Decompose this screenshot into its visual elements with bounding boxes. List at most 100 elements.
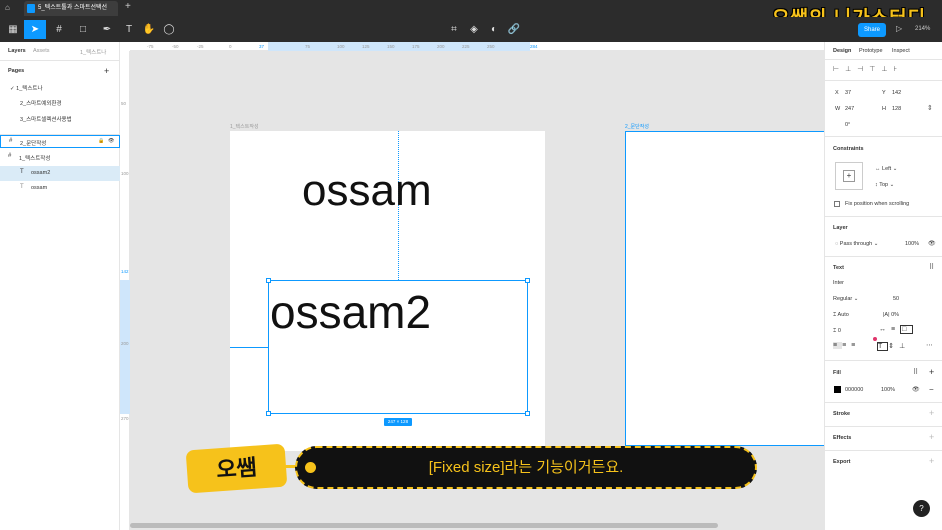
lock-icon[interactable]: 🔒: [98, 138, 104, 144]
h-label: H: [882, 106, 886, 112]
frame-label[interactable]: 1_텍스트작성: [230, 123, 259, 130]
resize-handle[interactable]: [266, 411, 271, 416]
eye-icon[interactable]: 👁: [108, 138, 114, 144]
fill-hex-input[interactable]: 000000: [845, 387, 863, 393]
comment-tool-icon[interactable]: ◯: [158, 20, 180, 39]
paragraph-spacing-input[interactable]: ⌶ 0: [833, 328, 841, 335]
resize-handle[interactable]: [525, 411, 530, 416]
remove-fill-icon[interactable]: −: [929, 385, 934, 394]
hand-tool-icon[interactable]: ✋: [138, 20, 160, 39]
shape-tool-icon[interactable]: □: [72, 20, 94, 39]
resize-handle[interactable]: [525, 278, 530, 283]
ruler-tick: -50: [172, 44, 179, 49]
text-styles-icon[interactable]: ⠿: [929, 263, 934, 271]
text-tool-icon[interactable]: T: [118, 20, 140, 39]
align-left-icon[interactable]: ≡: [833, 342, 843, 349]
eye-icon[interactable]: 👁: [912, 386, 920, 393]
constraints-widget[interactable]: +: [835, 162, 863, 190]
w-input[interactable]: 247: [845, 106, 854, 112]
resize-options-icon[interactable]: ⇕: [927, 104, 933, 112]
vertical-align-icons[interactable]: T⇕⊥: [877, 342, 910, 351]
layer-opacity-input[interactable]: 100%: [905, 241, 919, 247]
page-item[interactable]: 2_스마트예외환경: [20, 99, 62, 107]
fill-styles-icon[interactable]: ⠿: [913, 368, 918, 376]
text-align-icons[interactable]: ≡≡≡: [833, 342, 860, 349]
font-size-input[interactable]: 50: [893, 296, 899, 302]
file-tab[interactable]: 5_텍스트툴과 스마트선택선: [24, 1, 118, 16]
ruler-tick: 200: [121, 341, 129, 346]
more-options-icon[interactable]: ⋯: [926, 341, 933, 349]
fixed-size-icon[interactable]: □: [900, 325, 914, 334]
y-input[interactable]: 142: [892, 90, 901, 96]
fill-opacity-input[interactable]: 100%: [881, 387, 895, 393]
check-icon: ✓: [10, 86, 15, 92]
home-icon[interactable]: ⌂: [5, 3, 15, 13]
ruler-tick: -75: [147, 44, 154, 49]
zoom-level[interactable]: 214%: [915, 26, 930, 32]
x-input[interactable]: 37: [845, 90, 851, 96]
component-icon[interactable]: ⌗: [443, 20, 465, 39]
move-tool-icon[interactable]: ➤: [24, 20, 46, 39]
horizontal-scrollbar[interactable]: [130, 521, 824, 530]
selection-size-label: 247 × 128: [384, 418, 412, 426]
new-tab-icon[interactable]: +: [125, 1, 131, 12]
eye-icon[interactable]: 👁: [928, 240, 936, 247]
tab-assets[interactable]: Assets: [33, 48, 50, 54]
h-input[interactable]: 128: [892, 106, 901, 112]
page-item[interactable]: 3_스마트셀렉션사용법: [20, 115, 72, 123]
mask-icon[interactable]: ◈: [463, 20, 485, 39]
tab-design[interactable]: Design: [833, 48, 851, 54]
divider: [825, 402, 942, 403]
font-weight-select[interactable]: Regular ⌄: [833, 296, 858, 302]
pages-header: Pages: [8, 68, 25, 74]
add-effect-icon[interactable]: +: [929, 432, 934, 442]
help-button[interactable]: ?: [913, 500, 930, 517]
letter-spacing-input[interactable]: |A| 0%: [883, 312, 899, 318]
tab-prototype[interactable]: Prototype: [859, 48, 883, 54]
selection-box[interactable]: [268, 280, 528, 414]
tab-inspect[interactable]: Inspect: [892, 48, 910, 54]
line-height-input[interactable]: ⌶ Auto: [833, 312, 849, 319]
frame-label[interactable]: 2_문단작성: [625, 123, 649, 130]
resize-handle[interactable]: [266, 278, 271, 283]
present-icon[interactable]: ▷: [896, 24, 902, 33]
layer-row[interactable]: # 1_텍스트작성: [0, 151, 120, 164]
ruler-tick: 0: [229, 44, 232, 49]
add-page-icon[interactable]: +: [104, 66, 109, 76]
divider: [825, 426, 942, 427]
frame-paragraph[interactable]: [625, 131, 824, 446]
main-menu-icon[interactable]: ▦: [2, 20, 24, 39]
align-top-icon[interactable]: T: [877, 342, 889, 351]
constraint-horizontal-select[interactable]: ↔ Left ⌄: [875, 166, 897, 172]
resize-mode-icons[interactable]: ↔≡ □: [879, 325, 914, 334]
layer-row-selected[interactable]: T ossam2: [0, 166, 120, 181]
add-export-icon[interactable]: +: [929, 456, 934, 466]
add-stroke-icon[interactable]: +: [929, 408, 934, 418]
share-button[interactable]: Share: [858, 23, 886, 37]
link-icon[interactable]: 🔗: [503, 20, 525, 39]
layer-row[interactable]: T ossam: [0, 182, 120, 195]
ruler-tick: 100: [337, 44, 345, 49]
text-layer-icon: T: [20, 169, 24, 175]
stroke-header: Stroke: [833, 411, 851, 417]
page-item[interactable]: ✓ 1_텍스트나: [10, 84, 43, 92]
text-layer-ossam[interactable]: ossam: [302, 166, 432, 216]
tab-layers[interactable]: Layers: [8, 48, 26, 54]
scrollbar-thumb[interactable]: [130, 523, 718, 528]
contrast-icon[interactable]: ◐: [483, 20, 505, 39]
alignment-icons[interactable]: ⊢⊥⊣⊤⊥⊦: [833, 65, 933, 75]
add-fill-icon[interactable]: +: [929, 367, 934, 377]
frame-tool-icon[interactable]: #: [48, 20, 70, 39]
page-selector[interactable]: 1_텍스트나: [80, 48, 106, 56]
fill-color-swatch[interactable]: [834, 386, 841, 393]
constraint-vertical-select[interactable]: ↕ Top ⌄: [875, 182, 894, 188]
layer-row[interactable]: # 2_문단작성 🔒 👁: [0, 135, 120, 148]
rotation-input[interactable]: 0°: [845, 122, 850, 128]
fix-position-checkbox[interactable]: [834, 201, 840, 207]
ruler-tick: 125: [362, 44, 370, 49]
pen-tool-icon[interactable]: ✒: [96, 20, 118, 39]
divider: [825, 59, 942, 60]
title-bar: ⌂ 5_텍스트툴과 스마트선택선 + 오쌤의 니가스터디: [0, 0, 942, 29]
blend-mode-select[interactable]: ◌ Pass through ⌄: [835, 241, 878, 247]
font-family-select[interactable]: Inter: [833, 280, 844, 286]
